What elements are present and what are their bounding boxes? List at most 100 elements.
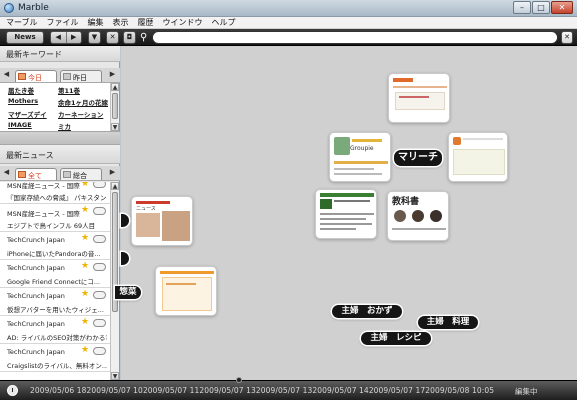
keyword-cluster-shufu-okazu[interactable]: 主婦 おかず bbox=[332, 305, 402, 318]
comment-icon[interactable] bbox=[93, 207, 106, 215]
star-icon[interactable]: ★ bbox=[81, 262, 89, 271]
menu-file[interactable]: ファイル bbox=[47, 17, 79, 28]
tab-today[interactable]: 今日 bbox=[15, 70, 57, 82]
news-item[interactable]: TechCrunch Japan ★ iPhoneに届いたPandoraの音..… bbox=[0, 232, 110, 260]
menu-view[interactable]: 表示 bbox=[113, 17, 129, 28]
nav-buttons: ◀ ▶ bbox=[50, 31, 82, 44]
panel-splitter[interactable] bbox=[0, 131, 120, 145]
keyword-link[interactable]: ミカ bbox=[58, 121, 108, 131]
dropdown-button[interactable]: ▼ bbox=[88, 31, 101, 44]
keyword-link[interactable]: 余命1ヶ月の花嫁 bbox=[58, 97, 108, 107]
groupie-logo: Groupie bbox=[350, 145, 374, 152]
menu-history[interactable]: 履歴 bbox=[138, 17, 154, 28]
keywords-tab-row: ◀ 今日 昨日 ▶ bbox=[0, 68, 120, 83]
scroll-up-icon[interactable]: ▲ bbox=[111, 83, 119, 91]
star-icon[interactable]: ★ bbox=[81, 206, 89, 215]
scroll-down-icon[interactable]: ▼ bbox=[111, 123, 119, 131]
news-source: TechCrunch Japan bbox=[7, 264, 65, 272]
news-scrollbar[interactable]: ▲ ▼ bbox=[110, 182, 119, 380]
stop-button[interactable]: ✕ bbox=[106, 31, 119, 44]
scroll-thumb[interactable] bbox=[112, 93, 118, 119]
news-item[interactable]: MSN産経ニュース - 国際 ★ 『国家存続への脅威』 パキスタン... bbox=[0, 182, 110, 204]
scroll-up-icon[interactable]: ▲ bbox=[111, 182, 119, 190]
menu-bar: マーブル ファイル 編集 表示 履歴 ウインドウ ヘルプ bbox=[0, 17, 577, 29]
keyword-link[interactable]: 届たき巻 bbox=[8, 85, 58, 95]
keyword-link[interactable]: マザーズデイ bbox=[8, 109, 58, 119]
news-item[interactable]: TechCrunch Japan ★ AD: ライバルのSEO対策がわかる? bbox=[0, 316, 110, 344]
keyword-list: 届たき巻 第11巻 Mothers 余命1ヶ月の花嫁 マザーズデイ カーネーショ… bbox=[0, 83, 110, 131]
timeline-slider-handle[interactable] bbox=[236, 377, 242, 383]
page-thumbnail[interactable] bbox=[388, 73, 450, 123]
keywords-tab-prev-icon[interactable]: ◀ bbox=[2, 70, 11, 78]
keyword-cluster-shufu-ryouri[interactable]: 主婦 料理 bbox=[418, 316, 478, 329]
close-window-button[interactable]: ✕ bbox=[551, 1, 573, 14]
news-item[interactable]: TechCrunch Japan ★ Craigslistのライバル、無料オン.… bbox=[0, 344, 110, 372]
tab-yesterday[interactable]: 昨日 bbox=[60, 70, 102, 82]
comment-icon[interactable] bbox=[93, 263, 106, 271]
keyword-link[interactable]: IMAGE bbox=[8, 121, 58, 131]
star-icon[interactable]: ★ bbox=[81, 318, 89, 327]
keyword-link[interactable]: カーネーション bbox=[58, 109, 108, 119]
news-item[interactable]: MSN産経ニュース - 国際 ★ エジプトで鳥インフル 69人目 bbox=[0, 204, 110, 232]
calendar-icon bbox=[18, 73, 26, 80]
keyword-cluster-marichi[interactable]: マリーチ bbox=[394, 150, 442, 166]
tab-all[interactable]: 全て bbox=[15, 168, 57, 180]
star-icon[interactable]: ★ bbox=[81, 346, 89, 355]
news-tab-next-icon[interactable]: ▶ bbox=[108, 168, 117, 176]
star-icon[interactable]: ★ bbox=[81, 290, 89, 299]
scroll-down-icon[interactable]: ▼ bbox=[111, 372, 119, 380]
clock-icon[interactable] bbox=[7, 385, 18, 396]
star-icon[interactable]: ★ bbox=[81, 234, 89, 243]
news-source: TechCrunch Japan bbox=[7, 236, 65, 244]
page-thumbnail[interactable] bbox=[155, 266, 217, 316]
comment-icon[interactable] bbox=[93, 291, 106, 299]
news-button[interactable]: News bbox=[6, 31, 44, 44]
news-tab-prev-icon[interactable]: ◀ bbox=[2, 168, 11, 176]
menu-edit[interactable]: 編集 bbox=[88, 17, 104, 28]
cluster-edge-marker[interactable] bbox=[121, 214, 129, 227]
menu-help[interactable]: ヘルプ bbox=[212, 17, 236, 28]
timeline-tick: 2009/05/08 10:05 bbox=[425, 386, 495, 395]
news-title: iPhoneに届いたPandoraの音... bbox=[7, 250, 101, 258]
news-item[interactable]: TechCrunch Japan ★ 仮想アバターを用いたウィジェ... bbox=[0, 288, 110, 316]
timeline-tick: 2009/05/07 17 bbox=[368, 386, 426, 395]
url-input[interactable] bbox=[152, 31, 558, 44]
news-source: MSN産経ニュース - 国際 bbox=[7, 210, 80, 218]
comment-icon[interactable] bbox=[93, 347, 106, 355]
news-item[interactable]: TechCrunch Japan ★ Google Friend Connect… bbox=[0, 260, 110, 288]
tab-general[interactable]: 総合 bbox=[60, 168, 102, 180]
keyword-link[interactable]: 第11巻 bbox=[58, 85, 108, 95]
screenshot-button[interactable]: ◘ bbox=[123, 31, 136, 44]
keyword-link[interactable]: Mothers bbox=[8, 97, 58, 107]
cluster-edge-marker[interactable] bbox=[121, 252, 129, 265]
page-thumbnail[interactable]: ニュース bbox=[131, 196, 193, 246]
menu-marble[interactable]: マーブル bbox=[6, 17, 38, 28]
keyword-scrollbar[interactable]: ▲ ▼ bbox=[110, 83, 119, 131]
keywords-tab-next-icon[interactable]: ▶ bbox=[108, 70, 117, 78]
timeline-ticks[interactable]: 2009/05/06 182009/05/07 102009/05/07 112… bbox=[30, 386, 494, 395]
back-button[interactable]: ◀ bbox=[51, 32, 67, 43]
marble-canvas[interactable]: Groupie マリーチ 教科書 ニュース 惣菜 主婦 おかず 主婦 料理 主婦… bbox=[115, 46, 577, 380]
comment-icon[interactable] bbox=[93, 182, 106, 188]
page-thumbnail[interactable] bbox=[315, 189, 377, 239]
comment-icon[interactable] bbox=[93, 319, 106, 327]
star-icon[interactable]: ★ bbox=[81, 182, 89, 189]
minimize-button[interactable]: – bbox=[513, 1, 531, 14]
page-thumbnail[interactable] bbox=[448, 132, 508, 182]
close-search-button[interactable]: ✕ bbox=[561, 31, 573, 44]
news-icon bbox=[18, 171, 26, 178]
timeline-tick: 2009/05/07 10 bbox=[86, 386, 143, 395]
page-thumbnail[interactable]: Groupie bbox=[329, 132, 391, 182]
news-tab-row: ◀ 全て 総合 ▶ bbox=[0, 166, 120, 181]
maximize-button[interactable]: □ bbox=[532, 1, 550, 14]
keyword-cluster-sozai[interactable]: 惣菜 bbox=[115, 286, 141, 299]
forward-button[interactable]: ▶ bbox=[67, 32, 82, 43]
left-panel: 最新キーワード ◀ 今日 昨日 ▶ 届たき巻 第11巻 Mothers 余命1ヶ… bbox=[0, 46, 120, 380]
comment-icon[interactable] bbox=[93, 235, 106, 243]
tab-today-label: 今日 bbox=[28, 74, 42, 82]
menu-window[interactable]: ウインドウ bbox=[163, 17, 203, 28]
page-thumbnail[interactable]: 教科書 bbox=[387, 191, 449, 241]
news-section-title: 最新ニュース bbox=[0, 145, 120, 164]
toolbar: News ◀ ▶ ▼ ✕ ◘ ⚲ ✕ bbox=[0, 29, 577, 46]
keyword-cluster-shufu-reshipi[interactable]: 主婦 レシピ bbox=[361, 332, 431, 345]
